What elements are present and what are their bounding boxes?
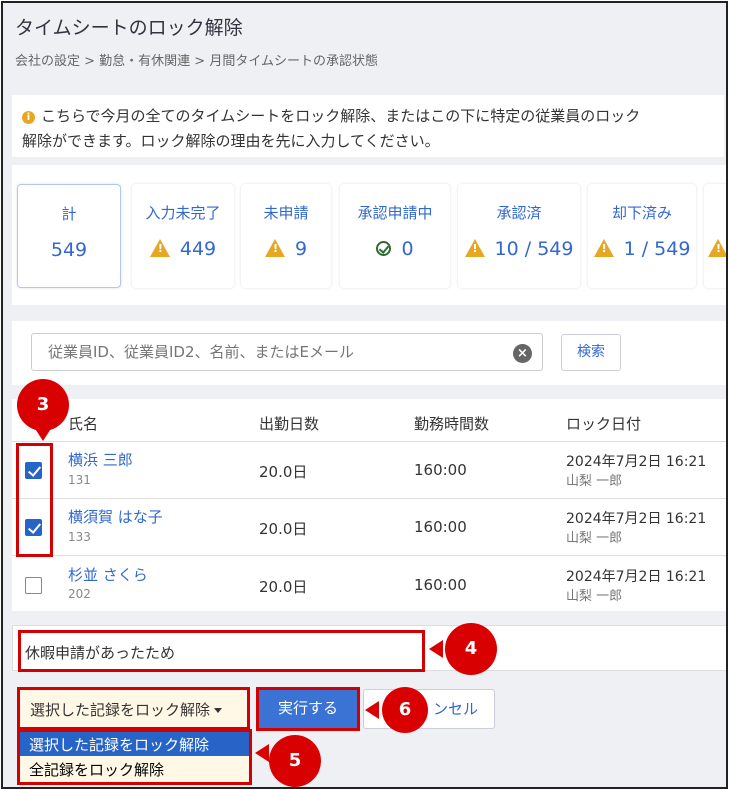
checkbox-highlight [16, 443, 53, 557]
locked-by: 山梨 一郎 [566, 589, 623, 604]
info-icon: i [22, 111, 35, 124]
card-label: 計 [61, 205, 77, 223]
card-label: 未申請 [263, 204, 309, 222]
clear-icon[interactable]: × [513, 344, 532, 363]
card-value: 10 / 549 [494, 238, 574, 260]
hours-cell: 160:00 [414, 461, 467, 479]
breadcrumb: 会社の設定 > 勤怠・有休関連 > 月間タイムシートの承認状態 [15, 54, 379, 69]
card-label: 承認済 [496, 204, 542, 222]
divider [12, 441, 726, 442]
employee-id: 202 [68, 587, 91, 601]
info-text-line1: こちらで今月の全てのタイムシートをロック解除、またはこの下に特定の従業員のロック [41, 107, 641, 125]
days-cell: 20.0日 [259, 520, 308, 538]
card-total[interactable]: 計 549 [17, 184, 121, 288]
unlock-mode-menu: 選択した記録をロック解除 全記録をロック解除 [17, 729, 252, 785]
dropdown-label: 選択した記録をロック解除 [30, 701, 211, 719]
warning-icon [264, 239, 285, 257]
lock-date-cell: 2024年7月2日 16:21 [566, 454, 707, 470]
unlock-mode-dropdown[interactable]: 選択した記録をロック解除 [17, 687, 250, 730]
warning-icon [708, 239, 726, 257]
card-value: 1 / 549 [623, 238, 691, 260]
unlock-reason-input[interactable]: 休暇申請があったため [18, 630, 425, 672]
employee-name-link[interactable]: 横浜 三郎 [68, 449, 133, 470]
step-marker-3: 3 [17, 379, 69, 431]
card-label: 却下済み [611, 204, 672, 222]
divider [12, 555, 726, 556]
card-value: 9 [294, 238, 308, 260]
lock-date-cell: 2024年7月2日 16:21 [566, 511, 707, 527]
card-incomplete[interactable]: 入力未完了 449 [132, 184, 234, 288]
caret-down-icon [214, 708, 223, 713]
marker-pointer [365, 701, 379, 719]
marker-pointer [34, 427, 52, 441]
page-title: タイムシートのロック解除 [15, 17, 243, 39]
lock-date-cell: 2024年7月2日 16:21 [566, 569, 707, 585]
card-value: 0 [401, 238, 414, 260]
card-value: 449 [179, 238, 217, 260]
employee-id: 133 [68, 530, 91, 544]
header-name: 氏名 [68, 415, 99, 433]
header-days: 出勤日数 [259, 415, 320, 433]
card-value: 549 [50, 239, 88, 261]
row-checkbox[interactable] [25, 577, 42, 594]
hours-cell: 160:00 [414, 518, 467, 536]
info-panel: i こちらで今月の全てのタイムシートをロック解除、またはこの下に特定の従業員のロッ… [12, 95, 724, 157]
header-lock-date: ロック日付 [566, 415, 642, 433]
employee-name-link[interactable]: 杉並 さくら [68, 564, 148, 585]
employee-name-link[interactable]: 横須賀 はな子 [68, 506, 163, 527]
marker-pointer [255, 744, 269, 762]
employee-id: 131 [68, 473, 91, 487]
card-label: 入力未完了 [145, 204, 221, 222]
check-circle-icon [376, 241, 392, 256]
step-marker-5: 5 [269, 735, 321, 787]
card-partial[interactable] [704, 184, 726, 288]
app-frame: タイムシートのロック解除 会社の設定 > 勤怠・有休関連 > 月間タイムシートの… [1, 1, 728, 789]
card-approved[interactable]: 承認済 10 / 549 [458, 184, 580, 288]
card-not-submitted[interactable]: 未申請 9 [241, 184, 331, 288]
warning-icon [149, 239, 170, 257]
locked-by: 山梨 一郎 [566, 531, 623, 546]
marker-pointer [429, 640, 443, 658]
warning-icon [464, 239, 485, 257]
search-input[interactable] [31, 333, 543, 371]
days-cell: 20.0日 [259, 578, 308, 596]
search-button[interactable]: 検索 [561, 334, 621, 371]
step-marker-4: 4 [445, 623, 497, 675]
divider [12, 498, 726, 499]
hours-cell: 160:00 [414, 576, 467, 594]
info-text-line2: 解除ができます。ロック解除の理由を先に入力してください。 [22, 132, 440, 150]
card-label: 承認申請中 [357, 204, 433, 222]
run-button[interactable]: 実行する [256, 687, 360, 731]
card-pending[interactable]: 承認申請中 0 [340, 184, 450, 288]
menu-item-unlock-all[interactable]: 全記録をロック解除 [20, 757, 249, 781]
menu-item-unlock-selected[interactable]: 選択した記録をロック解除 [20, 732, 249, 756]
days-cell: 20.0日 [259, 463, 308, 481]
warning-icon [593, 239, 614, 257]
locked-by: 山梨 一郎 [566, 474, 623, 489]
step-marker-6: 6 [382, 687, 428, 733]
header-hours: 勤務時間数 [414, 415, 490, 433]
card-rejected[interactable]: 却下済み 1 / 549 [588, 184, 696, 288]
